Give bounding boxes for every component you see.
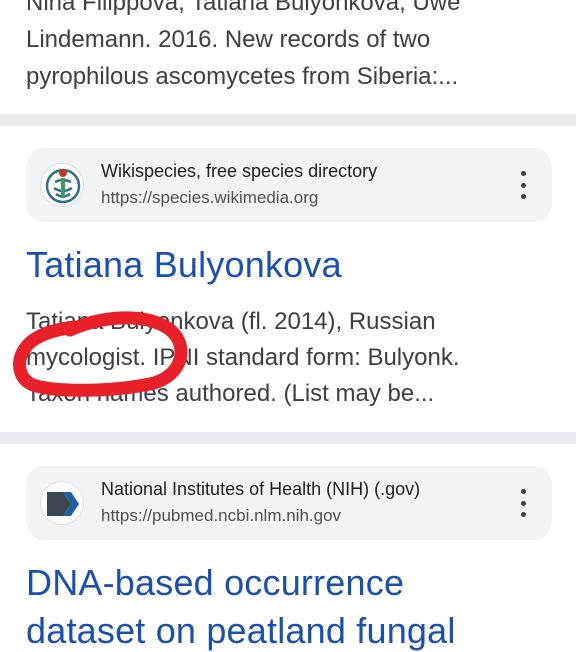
source-name: Wikispecies, free species directory xyxy=(101,161,378,181)
result-source-card[interactable]: National Institutes of Health (NIH) (.go… xyxy=(26,466,552,540)
snippet-line: mycologist. IPNI standard form: Bulyonk. xyxy=(26,344,460,371)
result-divider xyxy=(0,114,576,126)
snippet-line: Nina Filippova, Tatiana Bulyonkova, Uwe xyxy=(26,0,461,16)
search-results-page: Nina Filippova, Tatiana Bulyonkova, Uwe … xyxy=(0,0,576,651)
result-divider xyxy=(0,432,576,444)
previous-result-snippet: Nina Filippova, Tatiana Bulyonkova, Uwe … xyxy=(26,0,546,95)
snippet-line: pyrophilous ascomycetes from Siberia:... xyxy=(26,63,459,90)
result-source-card[interactable]: Wikispecies, free species directory http… xyxy=(26,148,552,222)
wikispecies-logo-icon xyxy=(40,163,84,207)
result-snippet: Tatiana Bulyonkova (fl. 2014), Russian m… xyxy=(26,304,546,412)
result-title-link[interactable]: dataset on peatland fungal xyxy=(26,610,456,652)
more-options-icon[interactable] xyxy=(518,489,528,517)
result-title-link[interactable]: Tatiana Bulyonkova xyxy=(26,244,342,286)
source-url: https://pubmed.ncbi.nlm.nih.gov xyxy=(101,506,342,525)
source-url: https://species.wikimedia.org xyxy=(101,188,319,207)
snippet-line: Tatiana Bulyonkova (fl. 2014), Russian xyxy=(26,308,436,335)
nih-logo-icon xyxy=(40,481,84,525)
more-options-icon[interactable] xyxy=(518,171,528,199)
snippet-line: Taxon names authored. (List may be... xyxy=(26,380,435,407)
snippet-line: Lindemann. 2016. New records of two xyxy=(26,26,431,53)
source-name: National Institutes of Health (NIH) (.go… xyxy=(101,479,421,499)
result-title-link[interactable]: DNA-based occurrence xyxy=(26,562,404,604)
